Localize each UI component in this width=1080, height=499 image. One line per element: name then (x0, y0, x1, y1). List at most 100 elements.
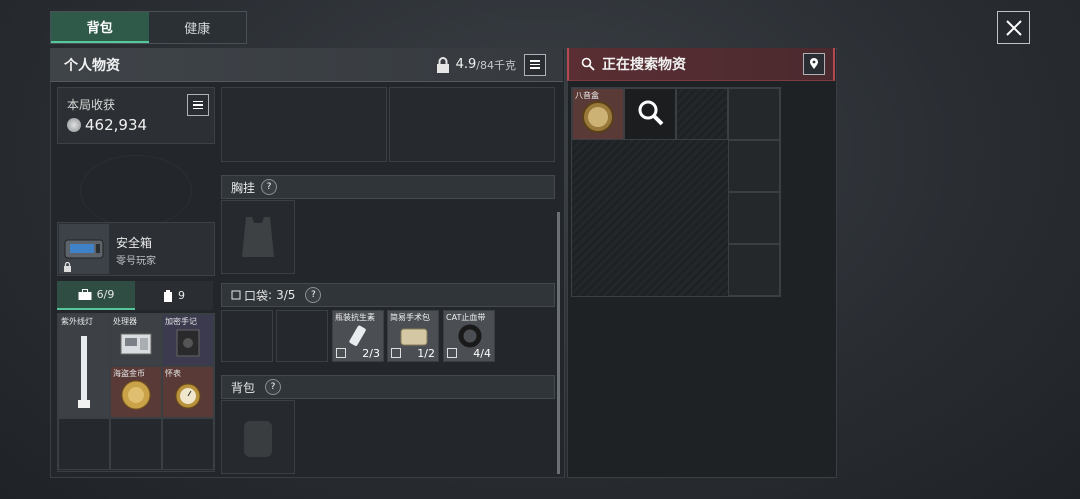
item-label: 瓶装抗生素 (335, 313, 375, 322)
item-label: CAT止血带 (446, 313, 486, 322)
safe-box-subtitle: 零号玩家 (116, 256, 156, 267)
chest-rig-title: 胸挂 (231, 180, 256, 195)
close-button[interactable] (997, 11, 1030, 44)
subtab-toolbox[interactable]: 6/9 (57, 281, 135, 310)
uv-lamp-icon (78, 336, 90, 409)
canister-icon (164, 289, 172, 302)
search-item[interactable]: 八音盒 (572, 88, 624, 140)
location-button[interactable] (803, 53, 825, 75)
pocket-slot-item[interactable]: 简易手术包 1/2 (387, 310, 439, 362)
pocket-slot-item[interactable]: CAT止血带 4/4 (443, 310, 495, 362)
weight-capacity: /84千克 (476, 58, 516, 72)
grid-item[interactable]: 紫外线灯 (58, 314, 110, 418)
pocket-watch-icon (175, 383, 201, 409)
tab-health[interactable]: 健康 (149, 12, 247, 43)
safe-subtabs: 6/9 9 (57, 281, 213, 310)
tab-backpack[interactable]: 背包 (51, 12, 149, 43)
backpack-slot[interactable] (221, 400, 295, 474)
pockets-count: 3/5 (276, 288, 296, 302)
surgical-kit-icon (400, 328, 428, 346)
antibiotic-bottle-icon (349, 325, 366, 346)
grid-empty-cell[interactable] (676, 88, 728, 140)
list-icon (530, 60, 540, 69)
pocket-slot-empty[interactable] (221, 310, 273, 362)
personal-inventory-header: 个人物资 4.9 /84千克 (50, 48, 563, 82)
search-container-grid: 八音盒 (571, 87, 781, 297)
search-panel-header: 正在搜索物资 (567, 48, 835, 81)
armor-slot[interactable] (389, 87, 555, 162)
grid-item[interactable]: 加密手记 (162, 314, 214, 366)
pockets-title: 口袋 (244, 288, 269, 303)
pocket-slots: 瓶装抗生素 2/3 简易手术包 1/2 CAT止血带 4/4 (221, 310, 501, 364)
item-label: 处理器 (113, 317, 137, 326)
item-label: 怀表 (165, 369, 181, 378)
item-count: 1/2 (417, 347, 435, 360)
grid-item[interactable]: 海盗金币 (110, 366, 162, 418)
item-label: 加密手记 (165, 317, 197, 326)
pocket-slot-item[interactable]: 瓶装抗生素 2/3 (332, 310, 384, 362)
chest-rig-section: 胸挂 ? (221, 175, 555, 199)
subtab-toolbox-label: 6/9 (96, 288, 115, 301)
safe-box-title: 安全箱 (116, 236, 153, 250)
processor-icon (120, 333, 152, 355)
top-tabs: 背包 健康 (50, 11, 247, 44)
help-icon[interactable]: ? (305, 287, 322, 303)
harvest-value: 462,934 (85, 116, 148, 134)
close-icon (1005, 19, 1022, 36)
gold-coin-icon (121, 380, 151, 410)
grid-empty-cell[interactable] (728, 140, 780, 192)
backpack-title: 背包 (231, 380, 256, 395)
grid-empty-cell[interactable] (162, 418, 214, 470)
pockets-section: 口袋 : 3/5 ? (221, 283, 555, 307)
grid-empty-cell[interactable] (728, 88, 780, 140)
safe-box[interactable]: 安全箱 零号玩家 (57, 222, 215, 276)
vest-silhouette-icon (242, 217, 274, 257)
search-panel-title: 正在搜索物资 (602, 57, 686, 73)
help-icon[interactable]: ? (265, 379, 282, 395)
grid-empty-cell[interactable] (728, 192, 780, 244)
bind-icon (391, 348, 401, 358)
chest-rig-slot[interactable] (221, 200, 295, 274)
harvest-value-row: 462,934 (67, 116, 147, 134)
helmet-slot[interactable] (221, 87, 387, 162)
subtab-container[interactable]: 9 (135, 281, 213, 310)
inventory-list-button[interactable] (524, 53, 546, 76)
pocket-slot-empty[interactable] (276, 310, 328, 362)
coin-icon (67, 118, 81, 132)
session-harvest: 本局收获 462,934 (57, 87, 215, 144)
item-label: 紫外线灯 (61, 317, 93, 326)
list-icon (193, 100, 203, 110)
music-box-icon (582, 101, 614, 133)
pockets-colon: : (268, 288, 273, 302)
faction-emblem (80, 155, 192, 227)
weight-value: 4.9 (455, 57, 477, 72)
backpack-section: 背包 ? (221, 375, 555, 399)
tourniquet-icon (458, 324, 482, 348)
lock-icon (436, 56, 449, 73)
padlock-icon (64, 262, 71, 272)
bind-icon (336, 348, 346, 358)
magnifier-icon (638, 100, 664, 126)
item-label: 海盗金币 (113, 369, 145, 378)
item-count: 2/3 (362, 347, 380, 360)
safe-device-icon (64, 239, 104, 259)
grid-item[interactable]: 处理器 (110, 314, 162, 366)
scrollbar[interactable] (557, 212, 560, 474)
map-pin-icon (810, 58, 818, 69)
grid-empty-cell[interactable] (58, 418, 110, 470)
notebook-icon (176, 329, 200, 357)
searching-cell (624, 88, 676, 140)
panel-title: 个人物资 (64, 57, 120, 74)
item-label: 简易手术包 (390, 313, 430, 322)
harvest-list-button[interactable] (187, 94, 209, 116)
grid-empty-cell[interactable] (728, 244, 780, 296)
item-count: 4/4 (473, 347, 491, 360)
help-icon[interactable]: ? (261, 179, 278, 195)
grid-empty-cell[interactable] (110, 418, 162, 470)
safe-box-image (59, 224, 109, 274)
backpack-silhouette-icon (244, 421, 272, 457)
search-icon (581, 57, 595, 71)
toolbox-icon (78, 289, 92, 300)
safe-box-grid: 处理器 紫外线灯 加密手记 海盗金币 怀表 (57, 313, 215, 472)
grid-item[interactable]: 怀表 (162, 366, 214, 418)
